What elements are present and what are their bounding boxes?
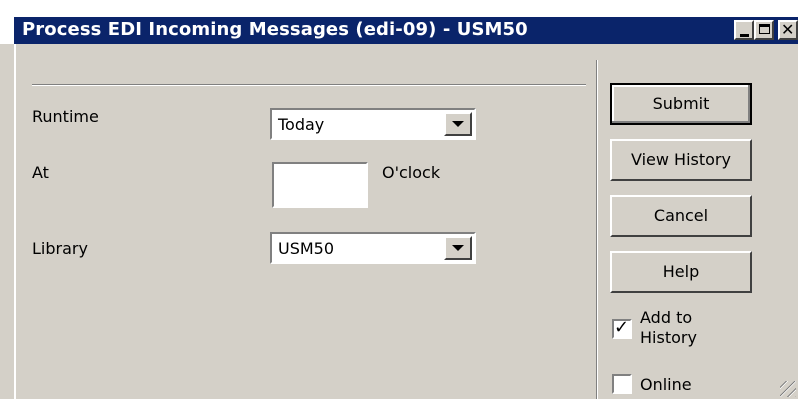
online-label: Online	[640, 375, 692, 394]
library-select[interactable]: USM50	[270, 232, 476, 264]
view-history-button[interactable]: View History	[610, 139, 752, 181]
resize-grip[interactable]	[780, 381, 796, 397]
library-label: Library	[32, 239, 88, 258]
chevron-down-icon	[452, 245, 464, 251]
panel-divider	[596, 60, 598, 399]
online-checkbox[interactable]	[612, 374, 632, 394]
add-to-history-checkbox[interactable]: ✓	[612, 317, 632, 339]
at-label: At	[32, 163, 49, 182]
minimize-button[interactable]	[734, 20, 754, 40]
add-to-history-label-line2: History	[640, 328, 697, 347]
chevron-down-icon	[452, 121, 464, 127]
cancel-button[interactable]: Cancel	[610, 195, 752, 237]
minimize-icon	[740, 34, 749, 37]
add-to-history-label: Add to History	[640, 308, 697, 348]
dialog-window: Process EDI Incoming Messages (edi-09) -…	[0, 0, 798, 399]
checkmark-icon: ✓	[614, 317, 630, 338]
runtime-label: Runtime	[32, 107, 99, 126]
oclock-label: O'clock	[382, 163, 441, 182]
maximize-button[interactable]	[754, 20, 774, 40]
close-icon: ✕	[781, 20, 795, 39]
runtime-select[interactable]: Today	[270, 108, 476, 140]
window-title: Process EDI Incoming Messages (edi-09) -…	[22, 19, 528, 40]
runtime-value: Today	[278, 115, 325, 134]
add-to-history-label-line1: Add to	[640, 308, 693, 327]
maximize-icon	[759, 24, 770, 34]
left-frame	[14, 44, 16, 399]
runtime-dropdown-button[interactable]	[444, 112, 472, 136]
separator	[32, 84, 586, 86]
close-button[interactable]: ✕	[778, 20, 798, 40]
submit-button[interactable]: Submit	[610, 83, 752, 125]
title-bar: Process EDI Incoming Messages (edi-09) -…	[0, 0, 798, 44]
at-hour-input[interactable]	[272, 162, 368, 208]
library-value: USM50	[278, 239, 335, 258]
help-button[interactable]: Help	[610, 251, 752, 293]
library-dropdown-button[interactable]	[444, 236, 472, 260]
